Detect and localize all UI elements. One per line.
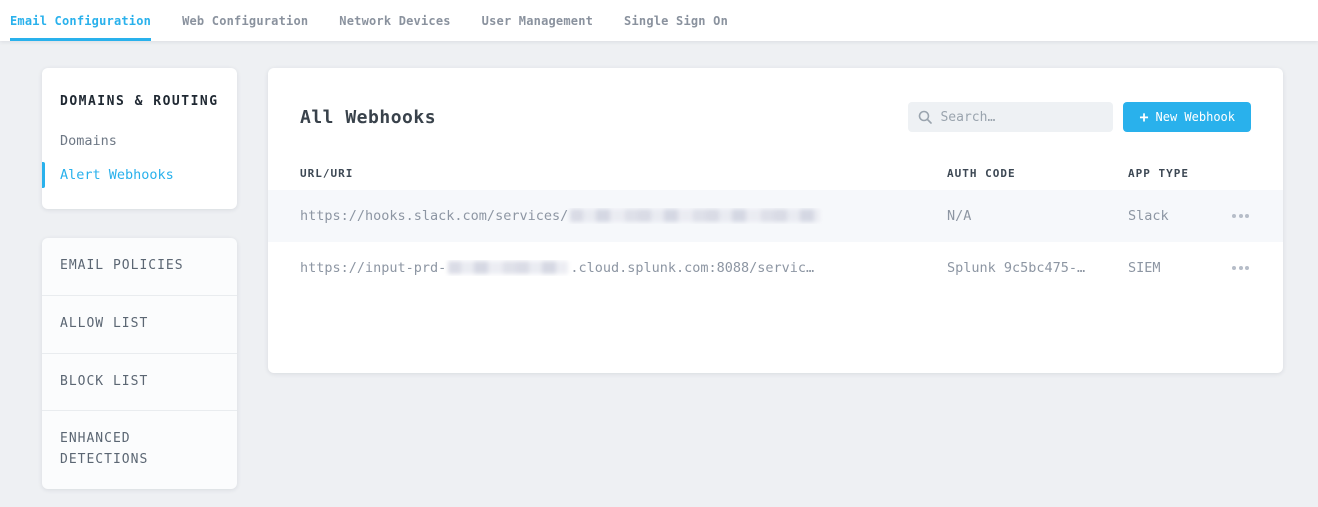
webhook-url: https://input-prd- .cloud.splunk.com:8088… [300,260,947,276]
url-text: https://input-prd- [300,260,446,276]
header-actions: + New Webhook [908,102,1251,132]
search-input[interactable] [940,110,1103,125]
app-type: SIEM [1128,260,1205,276]
webhook-url: https://hooks.slack.com/services/ [300,208,947,224]
top-nav: Email Configuration Web Configuration Ne… [0,0,1318,41]
sidebar-item-enhanced-detections[interactable]: ENHANCED DETECTIONS [42,411,237,489]
app-root: Email Configuration Web Configuration Ne… [0,0,1318,489]
sidebar-item-label: Alert Webhooks [60,167,174,183]
url-text: .cloud.splunk.com:8088/servic… [570,260,814,276]
column-header-app-type: APP TYPE [1128,167,1205,180]
row-actions-menu-icon[interactable] [1228,262,1252,274]
page-title: All Webhooks [300,107,436,128]
auth-code: N/A [947,208,1128,224]
row-actions-menu-icon[interactable] [1228,210,1252,222]
table-header-row: URL/URI AUTH CODE APP TYPE [268,156,1283,190]
page-content: DOMAINS & ROUTING Domains Alert Webhooks… [0,41,1318,489]
new-webhook-label: New Webhook [1156,110,1235,124]
tab-single-sign-on[interactable]: Single Sign On [624,0,728,41]
webhooks-panel: All Webhooks + New Webhook [268,68,1283,373]
table-row[interactable]: https://input-prd- .cloud.splunk.com:8088… [268,242,1283,294]
actions-cell [1205,210,1251,222]
active-indicator-bar [42,162,45,188]
sidebar-item-allow-list[interactable]: ALLOW LIST [42,296,237,354]
new-webhook-button[interactable]: + New Webhook [1123,102,1251,132]
policies-card: EMAIL POLICIES ALLOW LIST BLOCK LIST ENH… [42,238,237,489]
tab-network-devices[interactable]: Network Devices [339,0,450,41]
sidebar-item-block-list[interactable]: BLOCK LIST [42,354,237,412]
actions-cell [1205,262,1251,274]
column-header-auth-code: AUTH CODE [947,167,1128,180]
search-box[interactable] [908,102,1113,132]
auth-code: Splunk 9c5bc475-… [947,260,1128,276]
redacted-url-segment [448,261,568,274]
domains-routing-card: DOMAINS & ROUTING Domains Alert Webhooks [42,68,237,209]
sidebar: DOMAINS & ROUTING Domains Alert Webhooks… [42,68,237,489]
search-icon [918,110,932,124]
sidebar-item-alert-webhooks[interactable]: Alert Webhooks [42,159,237,191]
panel-header: All Webhooks + New Webhook [268,68,1283,156]
table-row[interactable]: https://hooks.slack.com/services/ N/A Sl… [268,190,1283,242]
plus-icon: + [1139,110,1148,125]
column-header-url-uri: URL/URI [300,167,947,180]
webhooks-table: URL/URI AUTH CODE APP TYPE https://hooks… [268,156,1283,294]
nav-tabs: Email Configuration Web Configuration Ne… [0,0,1318,41]
redacted-url-segment [570,209,820,222]
sidebar-item-email-policies[interactable]: EMAIL POLICIES [42,238,237,296]
domains-routing-title: DOMAINS & ROUTING [42,94,237,109]
sidebar-item-domains[interactable]: Domains [42,125,237,157]
url-text: https://hooks.slack.com/services/ [300,208,568,224]
tab-user-management[interactable]: User Management [482,0,593,41]
app-type: Slack [1128,208,1205,224]
tab-web-configuration[interactable]: Web Configuration [182,0,308,41]
tab-email-configuration[interactable]: Email Configuration [10,0,151,41]
